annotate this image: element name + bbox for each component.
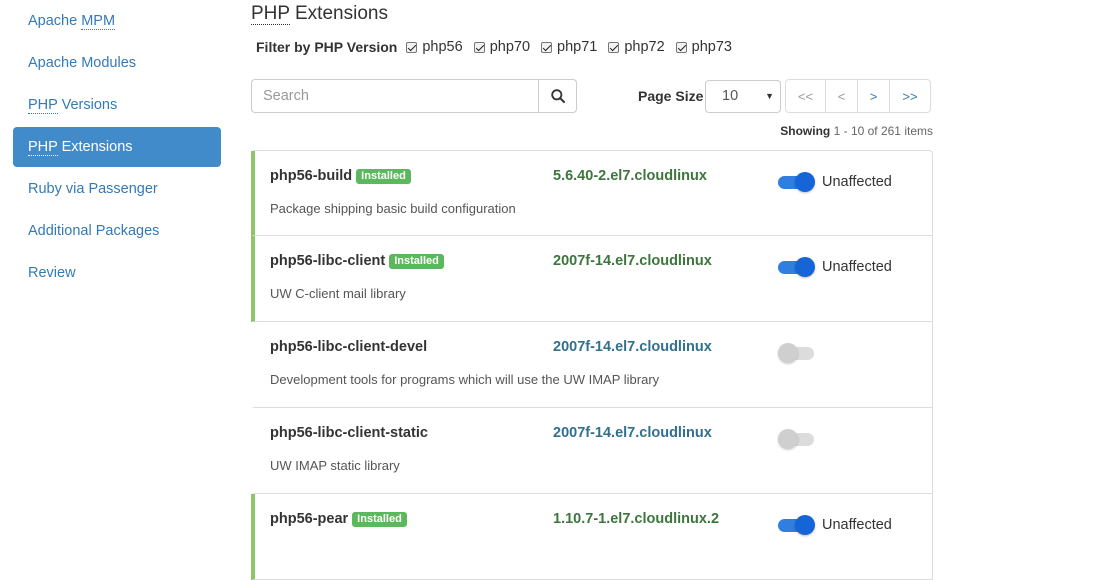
page-size-label: Page Size: [638, 88, 704, 104]
sidebar-item-abbr: PHP: [28, 139, 58, 156]
package-toggle[interactable]: [778, 429, 815, 449]
list-item: php56-pear Installed 1.10.7-1.el7.cloudli…: [251, 494, 932, 580]
checkbox-label: php73: [691, 39, 732, 55]
checkbox-label: php56: [422, 39, 463, 55]
checkbox[interactable]: [675, 41, 687, 53]
package-name-text: php56-pear: [270, 511, 349, 527]
sidebar-nav: Apache MPM Apache Modules PHP Versions P…: [13, 0, 221, 295]
checkbox[interactable]: [406, 41, 418, 53]
page-title-abbr: PHP: [251, 3, 290, 25]
package-toggle[interactable]: [778, 343, 815, 363]
sidebar-item-label: Ruby via Passenger: [28, 181, 158, 197]
sidebar-item-abbr: PHP: [28, 97, 58, 114]
sidebar-item-review[interactable]: Review: [13, 253, 221, 293]
package-version: 5.6.40-2.el7.cloudlinux: [553, 168, 707, 184]
package-status: Unaffected: [822, 259, 892, 275]
sidebar-item-php-extensions[interactable]: PHP Extensions: [13, 127, 221, 167]
list-item: php56-libc-client-static 2007f-14.el7.cl…: [251, 408, 932, 494]
first-page-button[interactable]: <<: [785, 79, 826, 113]
sidebar-item-apache-mpm[interactable]: Apache MPM: [13, 1, 221, 41]
installed-badge: Installed: [389, 254, 444, 269]
package-description: Package shipping basic build configurati…: [270, 201, 516, 216]
search-icon: [550, 89, 565, 103]
sidebar-item-label: Versions: [57, 97, 118, 113]
caret-down-icon: ▼: [765, 91, 774, 101]
installed-badge: Installed: [356, 169, 411, 184]
search-button[interactable]: [538, 79, 577, 113]
checkbox[interactable]: [473, 41, 485, 53]
page-title-text: Extensions: [289, 3, 388, 24]
filter-label: Filter by PHP Version: [256, 39, 398, 55]
package-name: php56-libc-client-static: [270, 425, 428, 441]
sidebar-item-php-versions[interactable]: PHP Versions: [13, 85, 221, 125]
last-page-button[interactable]: >>: [889, 79, 931, 113]
installed-badge: Installed: [352, 512, 407, 527]
sidebar-item-label: Apache Modules: [28, 55, 137, 71]
package-name-text: php56-libc-client-devel: [270, 339, 428, 355]
package-version: 2007f-14.el7.cloudlinux: [553, 425, 712, 441]
package-toggle[interactable]: [778, 515, 815, 535]
package-name: php56-libc-client-devel: [270, 339, 427, 355]
list-item: php56-libc-client-devel 2007f-14.el7.clo…: [251, 322, 932, 408]
package-status: Unaffected: [822, 174, 892, 190]
package-name: php56-build Installed: [270, 168, 411, 184]
showing-count: Showing 1 - 10 of 261 items: [780, 124, 933, 138]
package-name-text: php56-libc-client-static: [270, 425, 428, 441]
page-size-select[interactable]: 10 ▼: [705, 80, 781, 113]
checkbox-label: php70: [489, 39, 531, 55]
search-input[interactable]: [251, 79, 538, 113]
checkbox[interactable]: [541, 41, 553, 53]
filter-php70[interactable]: php70: [473, 39, 531, 55]
sidebar-item-ruby-via-passenger[interactable]: Ruby via Passenger: [13, 169, 221, 209]
list-item: php56-libc-client Installed 2007f-14.el7.…: [251, 236, 932, 322]
showing-label: Showing: [780, 124, 831, 138]
showing-range: 1 - 10 of 261 items: [830, 124, 933, 138]
filter-php72[interactable]: php72: [608, 39, 665, 55]
sidebar-item-label: Apache: [28, 13, 82, 29]
package-description: UW C-client mail library: [270, 286, 406, 301]
search-group: [251, 79, 577, 113]
package-toggle[interactable]: [778, 172, 815, 192]
checkbox-label: php72: [624, 39, 665, 55]
package-version: 2007f-14.el7.cloudlinux: [553, 253, 712, 269]
package-toggle[interactable]: [778, 257, 815, 277]
php-version-filter: Filter by PHP Version php56 php70 php71 …: [256, 36, 743, 58]
checkbox-label: php71: [557, 39, 598, 55]
page-title: PHP Extensions: [251, 3, 388, 25]
sidebar-item-additional-packages[interactable]: Additional Packages: [13, 211, 221, 251]
package-name-text: php56-libc-client: [270, 253, 386, 269]
filter-php73[interactable]: php73: [675, 39, 732, 55]
package-list: php56-build Installed 5.6.40-2.el7.cloudl…: [251, 150, 933, 580]
sidebar-item-label: Review: [28, 265, 76, 281]
package-name: php56-libc-client Installed: [270, 253, 444, 269]
package-status: Unaffected: [822, 517, 892, 533]
package-version: 1.10.7-1.el7.cloudlinux.2: [553, 511, 720, 527]
page-size-value: 10: [722, 88, 739, 104]
package-description: Development tools for programs which wil…: [270, 372, 660, 387]
package-description: UW IMAP static library: [270, 458, 400, 473]
checkbox[interactable]: [608, 41, 620, 53]
sidebar-item-label: Extensions: [57, 139, 133, 155]
pagination: << < > >>: [785, 79, 931, 113]
sidebar-item-label: Additional Packages: [28, 223, 160, 239]
package-name-text: php56-build: [270, 168, 353, 184]
next-page-button[interactable]: >: [857, 79, 890, 113]
list-item: php56-build Installed 5.6.40-2.el7.cloudl…: [251, 151, 932, 236]
sidebar-item-abbr: MPM: [81, 13, 116, 30]
sidebar-item-apache-modules[interactable]: Apache Modules: [13, 43, 221, 83]
filter-php56[interactable]: php56: [406, 39, 463, 55]
package-version: 2007f-14.el7.cloudlinux: [553, 339, 712, 355]
filter-php71[interactable]: php71: [541, 39, 597, 55]
package-name: php56-pear Installed: [270, 511, 407, 527]
prev-page-button[interactable]: <: [825, 79, 858, 113]
